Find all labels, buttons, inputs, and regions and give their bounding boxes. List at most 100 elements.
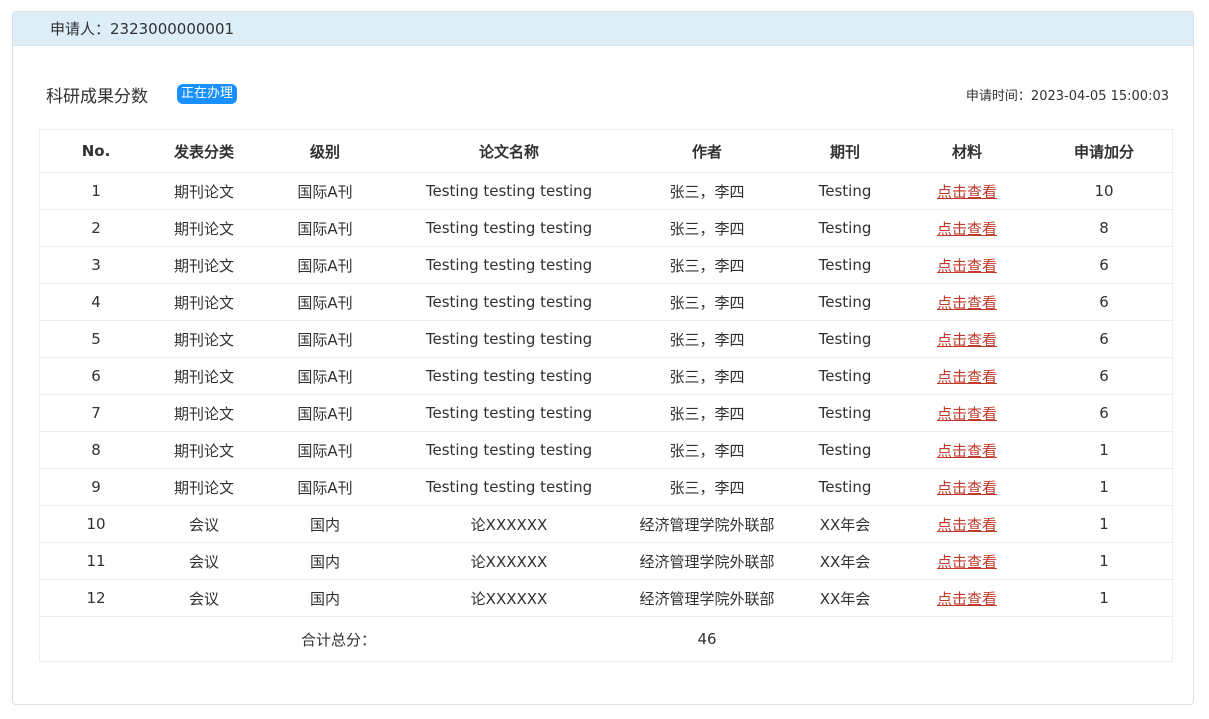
table-body: 1 期刊论文 国际A刊 Testing testing testing 张三，李四 Tes… — [40, 172, 1174, 617]
table-row: 2 期刊论文 国际A刊 Testing testing testing 张三，李四 Tes… — [40, 209, 1174, 247]
row-material-cell: 点击查看 — [900, 468, 1034, 506]
row-author: 张三，李四 — [624, 209, 790, 247]
row-material-cell: 点击查看 — [900, 542, 1034, 580]
row-paper-title: 论XXXXXX — [394, 505, 624, 543]
row-author: 张三，李四 — [624, 283, 790, 321]
row-score: 10 — [1034, 172, 1174, 210]
row-level: 国际A刊 — [256, 394, 394, 432]
page-title: 科研成果分数 — [46, 86, 148, 107]
row-category: 会议 — [152, 579, 256, 617]
table-row: 11 会议 国内 论XXXXXX 经济管理学院外联部 XX年会 点击查看 1 — [40, 542, 1174, 580]
row-material-cell: 点击查看 — [900, 579, 1034, 617]
row-material-cell: 点击查看 — [900, 246, 1034, 284]
row-level: 国内 — [256, 579, 394, 617]
applicant-header: 申请人：2323000000001 — [13, 12, 1193, 46]
row-category: 期刊论文 — [152, 468, 256, 506]
row-paper-title: Testing testing testing — [394, 320, 624, 358]
col-header-level: 级别 — [256, 130, 394, 173]
col-header-author: 作者 — [624, 130, 790, 173]
row-no: 1 — [40, 172, 152, 210]
row-journal: Testing — [790, 172, 900, 210]
view-material-link[interactable]: 点击查看 — [937, 442, 997, 460]
row-score: 1 — [1034, 542, 1174, 580]
row-level: 国际A刊 — [256, 209, 394, 247]
row-no: 2 — [40, 209, 152, 247]
total-value: 46 — [697, 630, 717, 648]
row-material-cell: 点击查看 — [900, 394, 1034, 432]
score-table: No. 发表分类 级别 论文名称 作者 期刊 材料 申请加分 1 期刊论文 国际A刊… — [39, 129, 1174, 662]
row-journal: Testing — [790, 246, 900, 284]
table-header-row: No. 发表分类 级别 论文名称 作者 期刊 材料 申请加分 — [40, 130, 1174, 173]
row-author: 经济管理学院外联部 — [624, 579, 790, 617]
row-level: 国际A刊 — [256, 357, 394, 395]
row-journal: XX年会 — [790, 505, 900, 543]
table-row: 3 期刊论文 国际A刊 Testing testing testing 张三，李四 Tes… — [40, 246, 1174, 284]
view-material-link[interactable]: 点击查看 — [937, 294, 997, 312]
col-header-material: 材料 — [900, 130, 1034, 173]
view-material-link[interactable]: 点击查看 — [937, 331, 997, 349]
row-score: 1 — [1034, 468, 1174, 506]
total-label: 合计总分： — [300, 630, 376, 649]
row-material-cell: 点击查看 — [900, 320, 1034, 358]
row-score: 6 — [1034, 394, 1174, 432]
row-no: 8 — [40, 431, 152, 469]
row-paper-title: 论XXXXXX — [394, 542, 624, 580]
row-author: 张三，李四 — [624, 357, 790, 395]
row-journal: Testing — [790, 357, 900, 395]
view-material-link[interactable]: 点击查看 — [937, 553, 997, 571]
view-material-link[interactable]: 点击查看 — [937, 405, 997, 423]
row-score: 1 — [1034, 505, 1174, 543]
row-level: 国内 — [256, 505, 394, 543]
row-material-cell: 点击查看 — [900, 357, 1034, 395]
view-material-link[interactable]: 点击查看 — [937, 479, 997, 497]
application-card: 申请人：2323000000001 科研成果分数 正在办理 申请时间：2023-… — [12, 11, 1194, 705]
row-no: 3 — [40, 246, 152, 284]
col-header-paper-title: 论文名称 — [394, 130, 624, 173]
view-material-link[interactable]: 点击查看 — [937, 220, 997, 238]
row-paper-title: Testing testing testing — [394, 283, 624, 321]
row-level: 国际A刊 — [256, 431, 394, 469]
row-author: 张三，李四 — [624, 394, 790, 432]
row-journal: XX年会 — [790, 542, 900, 580]
row-category: 期刊论文 — [152, 431, 256, 469]
row-no: 4 — [40, 283, 152, 321]
row-no: 11 — [40, 542, 152, 580]
row-score: 6 — [1034, 357, 1174, 395]
row-material-cell: 点击查看 — [900, 505, 1034, 543]
row-category: 会议 — [152, 542, 256, 580]
title-row: 科研成果分数 正在办理 申请时间：2023-04-05 15:00:03 — [46, 80, 1169, 108]
row-paper-title: Testing testing testing — [394, 357, 624, 395]
row-author: 张三，李四 — [624, 468, 790, 506]
table-row: 10 会议 国内 论XXXXXX 经济管理学院外联部 XX年会 点击查看 1 — [40, 505, 1174, 543]
row-level: 国内 — [256, 542, 394, 580]
row-no: 12 — [40, 579, 152, 617]
col-header-journal: 期刊 — [790, 130, 900, 173]
row-journal: XX年会 — [790, 579, 900, 617]
row-level: 国际A刊 — [256, 172, 394, 210]
row-journal: Testing — [790, 394, 900, 432]
row-material-cell: 点击查看 — [900, 209, 1034, 247]
row-paper-title: 论XXXXXX — [394, 579, 624, 617]
row-author: 张三，李四 — [624, 172, 790, 210]
row-category: 期刊论文 — [152, 172, 256, 210]
row-author: 经济管理学院外联部 — [624, 542, 790, 580]
row-journal: Testing — [790, 209, 900, 247]
row-score: 6 — [1034, 320, 1174, 358]
view-material-link[interactable]: 点击查看 — [937, 368, 997, 386]
view-material-link[interactable]: 点击查看 — [937, 516, 997, 534]
view-material-link[interactable]: 点击查看 — [937, 183, 997, 201]
row-journal: Testing — [790, 320, 900, 358]
row-material-cell: 点击查看 — [900, 431, 1034, 469]
row-author: 张三，李四 — [624, 320, 790, 358]
table-row: 5 期刊论文 国际A刊 Testing testing testing 张三，李四 Tes… — [40, 320, 1174, 358]
row-level: 国际A刊 — [256, 283, 394, 321]
row-level: 国际A刊 — [256, 320, 394, 358]
col-header-no: No. — [40, 130, 152, 173]
applicant-label: 申请人：2323000000001 — [50, 20, 235, 38]
row-category: 会议 — [152, 505, 256, 543]
view-material-link[interactable]: 点击查看 — [937, 257, 997, 275]
row-paper-title: Testing testing testing — [394, 209, 624, 247]
view-material-link[interactable]: 点击查看 — [937, 590, 997, 608]
status-badge: 正在办理 — [177, 84, 238, 104]
row-no: 9 — [40, 468, 152, 506]
